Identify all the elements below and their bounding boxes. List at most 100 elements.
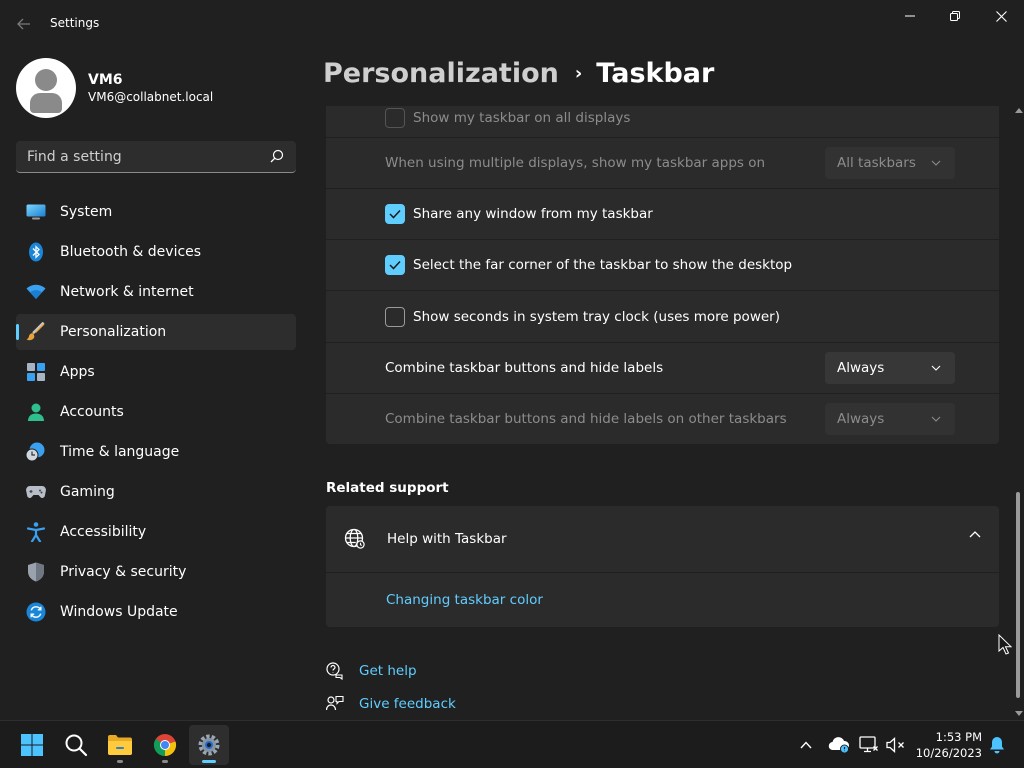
combine-other-dropdown[interactable]: Always xyxy=(825,403,955,435)
apps-icon xyxy=(26,362,46,382)
close-button[interactable] xyxy=(978,0,1024,32)
get-help-link[interactable]: Get help xyxy=(359,663,417,679)
sidebar-item-time-language[interactable]: Time & language xyxy=(16,434,296,470)
tray-volume[interactable] xyxy=(884,733,908,757)
setting-label: Select the far corner of the taskbar to … xyxy=(413,257,793,273)
start-button[interactable] xyxy=(12,725,52,765)
network-monitor-icon xyxy=(859,736,878,753)
search-input[interactable] xyxy=(16,141,266,172)
help-chat-icon xyxy=(326,662,343,680)
far-corner-checkbox[interactable] xyxy=(385,255,405,275)
profile-email: VM6@collabnet.local xyxy=(88,90,214,104)
setting-multi-display-apps: When using multiple displays, show my ta… xyxy=(326,138,999,188)
volume-muted-icon xyxy=(886,737,904,753)
restore-button[interactable] xyxy=(932,0,978,32)
show-hidden-icons[interactable] xyxy=(794,733,818,757)
close-icon xyxy=(995,10,1007,22)
scroll-thumb[interactable] xyxy=(1016,492,1020,698)
feedback-icon xyxy=(326,695,344,711)
scroll-up-arrow[interactable] xyxy=(1015,108,1023,113)
chevron-up-icon xyxy=(800,741,812,749)
user-profile[interactable]: VM6 VM6@collabnet.local xyxy=(16,58,213,118)
sidebar-item-accounts[interactable]: Accounts xyxy=(16,394,296,430)
breadcrumb-parent[interactable]: Personalization xyxy=(323,58,559,89)
sidebar-item-system[interactable]: System xyxy=(16,194,296,230)
multi-display-apps-dropdown[interactable]: All taskbars xyxy=(825,147,955,179)
sidebar-item-label: System xyxy=(60,204,113,220)
give-feedback-link[interactable]: Give feedback xyxy=(359,696,456,712)
show-seconds-checkbox[interactable] xyxy=(385,306,405,327)
related-support-heading: Related support xyxy=(326,480,449,496)
wifi-icon xyxy=(26,282,46,302)
page-title: Taskbar xyxy=(596,58,715,89)
taskbar-chrome[interactable] xyxy=(145,725,185,765)
settings-icon xyxy=(198,734,220,756)
sidebar-item-label: Time & language xyxy=(60,444,180,460)
checkmark-icon xyxy=(389,209,401,219)
clock-date: 10/26/2023 xyxy=(915,746,982,760)
bell-icon xyxy=(990,737,1004,754)
system-clock[interactable]: 1:53 PM 10/26/2023 xyxy=(912,729,982,761)
taskbar-search-button[interactable] xyxy=(56,725,96,765)
minimize-button[interactable] xyxy=(887,0,933,32)
taskbar: 1:53 PM 10/26/2023 xyxy=(0,720,1024,768)
taskbar-settings[interactable] xyxy=(189,725,229,765)
tray-onedrive[interactable] xyxy=(827,733,851,757)
sidebar-item-accessibility[interactable]: Accessibility xyxy=(16,514,296,550)
setting-show-all-displays: Show my taskbar on all displays xyxy=(326,106,999,137)
notification-center[interactable] xyxy=(985,733,1009,757)
sidebar-item-label: Personalization xyxy=(60,324,167,340)
share-window-checkbox[interactable] xyxy=(385,204,405,224)
help-with-taskbar-card: Help with Taskbar Changing taskbar color xyxy=(326,506,999,627)
accessibility-icon xyxy=(26,522,46,542)
sidebar-item-apps[interactable]: Apps xyxy=(16,354,296,390)
shield-icon xyxy=(26,562,46,582)
setting-label: Share any window from my taskbar xyxy=(413,206,653,222)
combine-buttons-dropdown[interactable]: Always xyxy=(825,352,955,384)
setting-label: When using multiple displays, show my ta… xyxy=(385,155,766,171)
sidebar-item-privacy-security[interactable]: Privacy & security xyxy=(16,554,296,590)
sidebar-item-label: Network & internet xyxy=(60,284,194,300)
search-box xyxy=(16,141,296,173)
settings-content: Show my taskbar on all displays When usi… xyxy=(326,106,1000,720)
sidebar-item-network[interactable]: Network & internet xyxy=(16,274,296,310)
sidebar-item-personalization[interactable]: Personalization xyxy=(16,314,296,350)
changing-taskbar-color-link[interactable]: Changing taskbar color xyxy=(386,592,543,608)
breadcrumb: Personalization › Taskbar xyxy=(323,58,714,89)
scroll-down-arrow[interactable] xyxy=(1015,711,1023,716)
setting-label: Combine taskbar buttons and hide labels xyxy=(385,360,664,376)
setting-share-window: Share any window from my taskbar xyxy=(326,189,999,239)
clock-time: 1:53 PM xyxy=(935,730,982,744)
setting-label: Show seconds in system tray clock (uses … xyxy=(413,308,780,325)
sidebar-item-label: Windows Update xyxy=(60,604,178,620)
dropdown-value: Always xyxy=(837,360,885,376)
sidebar-item-gaming[interactable]: Gaming xyxy=(16,474,296,510)
back-arrow-icon xyxy=(17,18,30,30)
sidebar-item-label: Privacy & security xyxy=(60,564,187,580)
start-icon xyxy=(21,734,43,756)
title-bar: Settings xyxy=(0,0,1024,48)
update-icon xyxy=(26,602,46,622)
show-all-displays-checkbox[interactable] xyxy=(385,107,405,128)
back-button[interactable] xyxy=(12,12,36,36)
globe-icon xyxy=(344,528,365,549)
vertical-scrollbar[interactable] xyxy=(1012,106,1024,720)
sidebar-item-bluetooth[interactable]: Bluetooth & devices xyxy=(16,234,296,270)
setting-label: Combine taskbar buttons and hide labels … xyxy=(385,411,787,427)
checkmark-icon xyxy=(389,260,401,270)
sidebar-item-label: Gaming xyxy=(60,484,115,500)
chrome-icon xyxy=(153,734,177,757)
tray-network[interactable] xyxy=(857,733,881,757)
help-content: Changing taskbar color xyxy=(326,573,999,627)
setting-show-seconds: Show seconds in system tray clock (uses … xyxy=(326,291,999,342)
dropdown-value: All taskbars xyxy=(837,155,916,171)
help-with-taskbar-header[interactable]: Help with Taskbar xyxy=(326,506,999,572)
sidebar-item-label: Bluetooth & devices xyxy=(60,244,202,260)
sidebar-item-label: Accounts xyxy=(60,404,124,420)
chevron-up-icon[interactable] xyxy=(969,531,981,538)
taskbar-file-explorer[interactable] xyxy=(100,725,140,765)
sidebar-item-windows-update[interactable]: Windows Update xyxy=(16,594,296,630)
search-icon[interactable] xyxy=(270,149,284,163)
chevron-down-icon xyxy=(931,365,941,371)
sidebar-item-label: Accessibility xyxy=(60,524,147,540)
